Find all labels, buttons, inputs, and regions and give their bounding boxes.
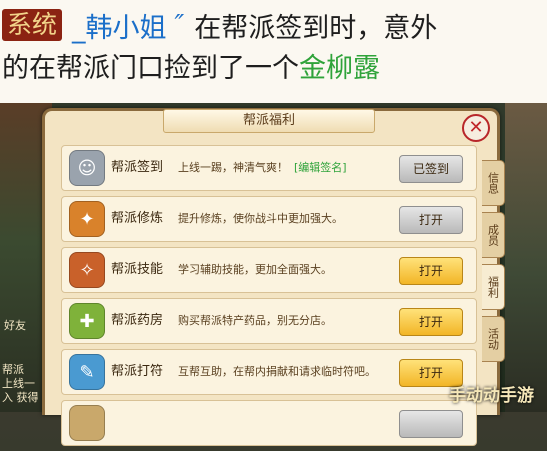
welfare-list: ☺ 帮派签到 上线一踢，神清气爽！ [编辑签名] 已签到 ✦ 帮派修炼 提升修炼，… [61, 145, 477, 451]
open-skill-button[interactable]: 打开 [399, 257, 463, 285]
chat-line-1: 系统 _韩小姐 ″ 在帮派签到时，意外 [2, 6, 437, 44]
item-link[interactable]: 金柳露 [299, 46, 380, 85]
list-item-skill: ✧ 帮派技能 学习辅助技能，更加全面强大。 打开 [61, 247, 477, 293]
row-description: 上线一踢，神清气爽！ [编辑签名] [178, 161, 347, 174]
open-pharmacy-button[interactable]: 打开 [399, 308, 463, 336]
window-title: 帮派福利 [163, 109, 375, 133]
partial-button[interactable] [399, 410, 463, 438]
row-title: 帮派打符 [111, 364, 164, 379]
chat-message-part1: 在帮派签到时，意外 [194, 12, 438, 44]
tab-members[interactable]: 成员 [482, 212, 505, 258]
row-title: 帮派技能 [111, 262, 164, 277]
chat-line-2: 的在帮派门口捡到了一个 金柳露 [2, 46, 380, 84]
pharmacy-icon: ✚ [69, 303, 105, 339]
tab-activities[interactable]: 活动 [482, 316, 505, 362]
row-description: 学习辅助技能，更加全面强大。 [178, 263, 332, 276]
talisman-icon: ✎ [69, 354, 105, 390]
chat-message-part2: 的在帮派门口捡到了一个 [2, 52, 299, 84]
tab-info[interactable]: 信息 [482, 160, 505, 206]
tab-welfare[interactable]: 福利 [482, 264, 505, 310]
signed-in-button[interactable]: 已签到 [399, 155, 463, 183]
guild-welfare-window: 帮派福利 ✕ ☺ 帮派签到 上线一踢，神清气爽！ [编辑签名] 已签到 ✦ 帮派修… [42, 108, 500, 446]
row-title: 帮派签到 [111, 160, 164, 175]
scene-label-friends[interactable]: 好友 [4, 317, 26, 333]
row-description: 互帮互助，在帮内捐献和请求临时符吧。 [178, 365, 376, 378]
scene-label-obtain: 入 获得 [2, 391, 39, 404]
row-description: 提升修炼，使你战斗中更加强大。 [178, 212, 343, 225]
list-item-cultivation: ✦ 帮派修炼 提升修炼，使你战斗中更加强大。 打开 [61, 196, 477, 242]
watermark: 手动动手游 [449, 386, 534, 406]
row-title: 帮派修炼 [111, 211, 164, 226]
edit-signature-link[interactable]: [编辑签名] [294, 161, 347, 174]
list-item-partial [61, 400, 477, 446]
extra-icon [69, 405, 105, 441]
open-cultivation-button[interactable]: 打开 [399, 206, 463, 234]
list-item-talisman: ✎ 帮派打符 互帮互助，在帮内捐献和请求临时符吧。 打开 [61, 349, 477, 395]
side-tab-bar: 信息 成员 福利 活动 [482, 160, 506, 368]
list-item-sign-in: ☺ 帮派签到 上线一踢，神清气爽！ [编辑签名] 已签到 [61, 145, 477, 191]
row-description: 购买帮派特产药品，别无分店。 [178, 314, 332, 327]
sender-name[interactable]: _韩小姐 [72, 6, 167, 45]
game-scene-right [505, 103, 547, 412]
system-tag: 系统 [2, 9, 63, 41]
sign-in-icon: ☺ [69, 150, 105, 186]
cultivation-icon: ✦ [69, 201, 105, 237]
chat-banner: 系统 _韩小姐 ″ 在帮派签到时，意外 的在帮派门口捡到了一个 金柳露 [0, 0, 547, 103]
skill-icon: ✧ [69, 252, 105, 288]
row-title: 帮派药房 [111, 313, 164, 328]
quote-mark: ″ [174, 10, 185, 40]
list-item-pharmacy: ✚ 帮派药房 购买帮派特产药品，别无分店。 打开 [61, 298, 477, 344]
close-icon[interactable]: ✕ [462, 114, 490, 142]
